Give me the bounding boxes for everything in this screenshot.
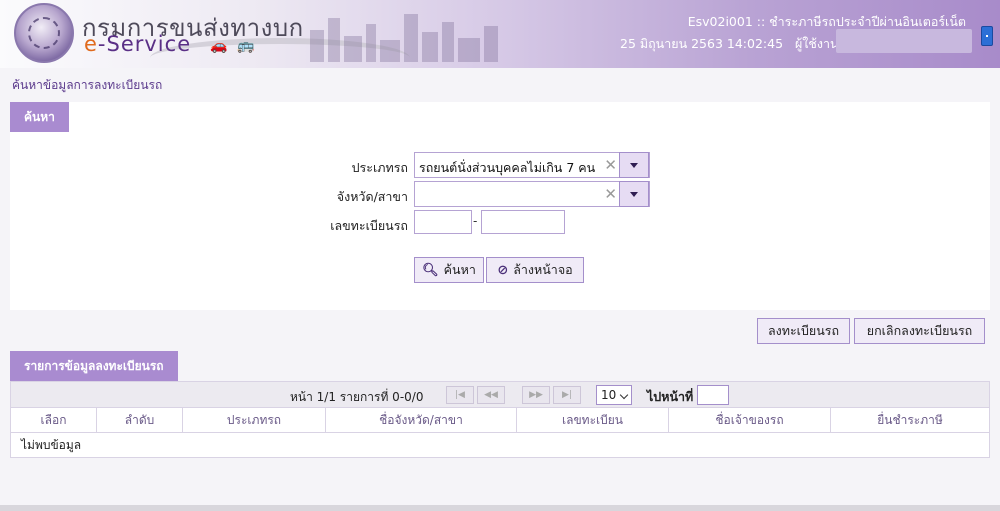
col-plate[interactable]: เลขทะเบียน: [517, 408, 669, 432]
col-province[interactable]: ชื่อจังหวัด/สาขา: [326, 408, 517, 432]
tab-registration-list: รายการข้อมูลลงทะเบียนรถ: [10, 351, 178, 381]
city-skyline-graphic: [310, 14, 498, 62]
chevron-down-icon[interactable]: [619, 181, 649, 207]
province-label: จังหวัด/สาขา: [336, 189, 408, 204]
vehicle-type-value: รถยนต์นั่งส่วนบุคคลไม่เกิน 7 คน: [419, 160, 596, 175]
search-icon: 🔍︎: [422, 262, 439, 278]
brand-eservice: e-Service: [84, 32, 192, 56]
plate-prefix-input[interactable]: [414, 210, 472, 234]
rows-per-page-select[interactable]: 10: [596, 385, 632, 405]
ban-icon: ⊘: [497, 262, 509, 278]
datetime-user: 25 มิถุนายน 2563 14:02:45 ผู้ใช้งาน :: [620, 34, 847, 54]
col-pay-tax[interactable]: ยื่นชำระภาษี: [831, 408, 989, 432]
first-page-icon[interactable]: |◀: [446, 386, 474, 404]
clear-icon[interactable]: ✕: [604, 185, 617, 203]
empty-message: ไม่พบข้อมูล: [21, 438, 82, 452]
menu-toggle-button[interactable]: [981, 26, 993, 46]
plate-label: เลขทะเบียนรถ: [330, 218, 408, 233]
search-button[interactable]: 🔍︎ ค้นหา: [414, 257, 484, 283]
vehicle-type-select[interactable]: รถยนต์นั่งส่วนบุคคลไม่เกิน 7 คน ✕: [414, 152, 650, 178]
tab-search: ค้นหา: [10, 102, 69, 132]
vehicle-type-label: ประเภทรถ: [351, 160, 408, 175]
pager: หน้า 1/1 รายการที่ 0-0/0 |◀ ◀◀ ▶▶ ▶| 10 …: [11, 382, 989, 408]
footer-bar: [0, 505, 1000, 511]
col-vehicle-type[interactable]: ประเภทรถ: [183, 408, 326, 432]
car-icons: 🚗🚌: [210, 38, 265, 54]
pager-status: หน้า 1/1 รายการที่ 0-0/0: [290, 390, 424, 404]
province-select[interactable]: ✕: [414, 181, 650, 207]
col-select[interactable]: เลือก: [11, 408, 97, 432]
breadcrumb: ค้นหาข้อมูลการลงทะเบียนรถ: [12, 78, 163, 92]
dlt-seal-logo: [14, 3, 74, 63]
registration-grid: หน้า 1/1 รายการที่ 0-0/0 |◀ ◀◀ ▶▶ ▶| 10 …: [10, 381, 990, 458]
col-order[interactable]: ลำดับ: [97, 408, 183, 432]
goto-page-input[interactable]: [697, 385, 729, 405]
plate-dash: -: [473, 214, 478, 228]
datetime: 25 มิถุนายน 2563 14:02:45: [620, 36, 784, 51]
next-page-icon[interactable]: ▶▶: [522, 386, 550, 404]
register-vehicle-button[interactable]: ลงทะเบียนรถ: [757, 318, 850, 344]
goto-page-label: ไปหน้าที่: [647, 389, 694, 404]
clear-screen-button[interactable]: ⊘ ล้างหน้าจอ: [486, 257, 584, 283]
last-page-icon[interactable]: ▶|: [553, 386, 581, 404]
username-field: [836, 29, 972, 53]
prev-page-icon[interactable]: ◀◀: [477, 386, 505, 404]
table-header: เลือก ลำดับ ประเภทรถ ชื่อจังหวัด/สาขา เล…: [11, 408, 989, 433]
cancel-register-button[interactable]: ยกเลิกลงทะเบียนรถ: [854, 318, 985, 344]
clear-icon[interactable]: ✕: [604, 156, 617, 174]
app-header: กรมการขนส่งทางบก e-Service 🚗🚌 Esv02i001 …: [0, 0, 1000, 68]
col-owner[interactable]: ชื่อเจ้าของรถ: [669, 408, 831, 432]
plate-number-input[interactable]: [481, 210, 565, 234]
chevron-down-icon[interactable]: [619, 152, 649, 178]
